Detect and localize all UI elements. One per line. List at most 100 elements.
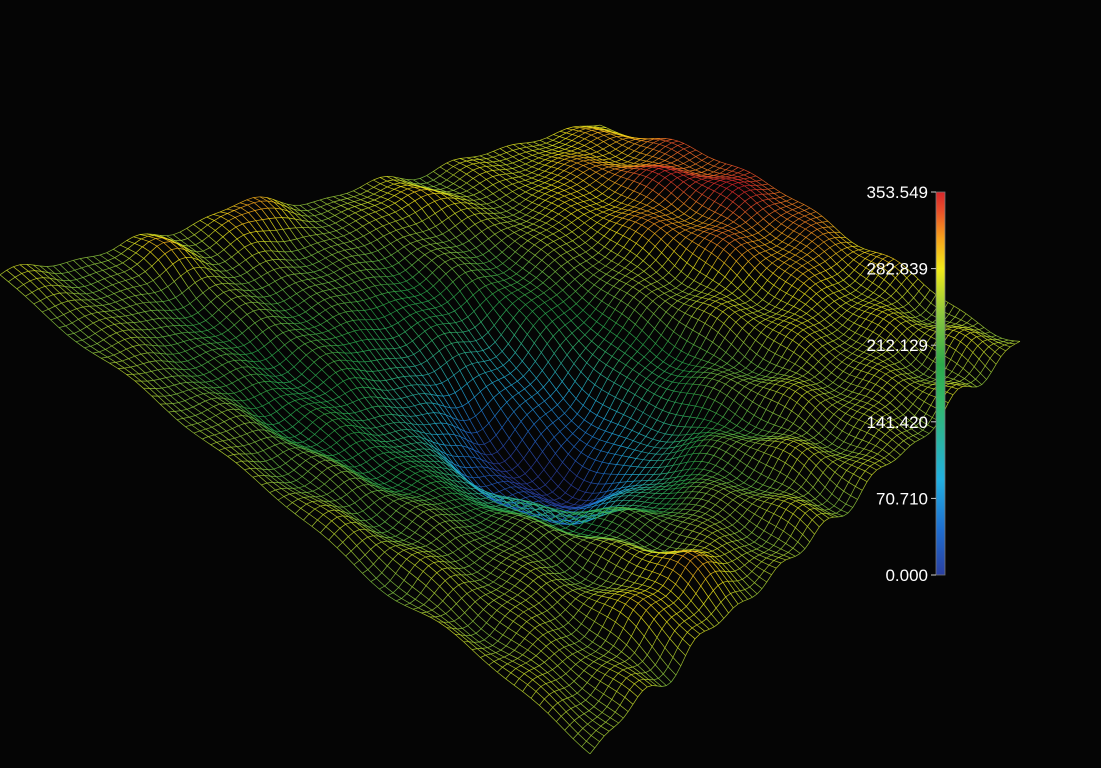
surface-mesh-segment (627, 180, 634, 189)
surface-mesh-segment (384, 369, 393, 380)
surface-mesh-segment (330, 246, 339, 253)
surface-mesh-segment (466, 194, 474, 197)
surface-mesh-segment (346, 320, 354, 323)
surface-mesh-segment (486, 176, 493, 180)
surface-mesh-segment (492, 293, 500, 303)
surface-mesh-segment (88, 333, 96, 338)
surface-mesh-segment (528, 254, 536, 262)
surface-mesh-segment (627, 204, 635, 208)
surface-mesh-segment (335, 337, 344, 346)
surface-mesh-segment (538, 193, 546, 199)
surface-mesh-segment (208, 434, 215, 437)
surface-mesh-segment (150, 245, 158, 253)
surface-mesh-segment (559, 128, 567, 132)
surface-mesh-segment (538, 170, 545, 176)
surface-mesh-segment (590, 141, 598, 146)
surface-mesh-segment (79, 258, 89, 267)
surface-mesh-segment (288, 330, 298, 338)
surface-mesh-segment (236, 366, 243, 370)
surface-mesh-segment (336, 235, 344, 239)
surface-mesh-segment (577, 138, 585, 144)
surface-mesh-segment (331, 306, 340, 315)
surface-mesh-segment (563, 184, 571, 189)
surface-mesh-segment (505, 177, 513, 180)
surface-mesh-segment (665, 214, 673, 220)
surface-mesh-segment (444, 333, 452, 344)
surface-mesh-segment (406, 277, 413, 282)
surface-mesh-segment (499, 154, 507, 160)
surface-mesh-segment (575, 285, 582, 292)
surface-mesh-segment (551, 174, 558, 180)
surface-mesh-segment (533, 141, 540, 146)
surface-mesh-segment (319, 199, 328, 205)
surface-mesh-segment (366, 183, 374, 188)
surface-mesh-segment (496, 274, 505, 281)
surface-mesh-segment (421, 204, 429, 209)
surface-mesh-segment (353, 272, 362, 281)
surface-mesh-segment (591, 134, 598, 139)
surface-mesh-segment (531, 180, 539, 184)
surface-mesh-segment (128, 295, 136, 298)
surface-mesh-segment (254, 208, 262, 211)
surface-mesh-segment (652, 158, 659, 163)
surface-mesh-segment (435, 221, 443, 227)
surface-mesh-segment (406, 340, 413, 346)
surface-mesh-segment (544, 164, 552, 168)
surface-mesh-segment (268, 402, 277, 412)
surface-mesh-segment (701, 184, 709, 189)
surface-mesh-segment (664, 160, 672, 164)
surface-mesh-segment (296, 335, 304, 338)
surface-mesh-segment (278, 419, 285, 424)
surface-mesh-segment (254, 396, 263, 407)
surface-mesh-segment (564, 150, 572, 154)
surface-mesh-segment (381, 202, 389, 207)
surface-mesh-segment (317, 303, 326, 311)
surface-mesh-segment (583, 180, 590, 186)
surface-mesh-segment (276, 336, 285, 346)
surface-mesh-segment (576, 172, 584, 177)
surface-mesh-segment (254, 322, 263, 333)
surface-mesh-segment (634, 208, 641, 212)
surface-mesh-segment (564, 324, 573, 334)
surface-mesh-segment (610, 232, 617, 241)
surface-mesh-segment (505, 296, 513, 304)
surface-mesh-segment (233, 453, 240, 455)
surface-mesh-segment (304, 343, 313, 351)
surface-mesh-segment (228, 359, 235, 363)
surface-mesh-segment (118, 315, 126, 318)
surface-mesh-segment (261, 316, 268, 320)
surface-mesh-segment (566, 249, 574, 253)
surface-mesh-segment (628, 147, 635, 152)
surface-mesh-segment (547, 361, 556, 373)
surface-mesh-segment (518, 171, 526, 176)
surface-mesh-segment (175, 297, 184, 308)
surface-mesh-segment (321, 283, 330, 290)
surface-mesh-segment (441, 382, 450, 396)
surface-mesh-segment (658, 150, 666, 155)
surface-mesh-segment (563, 177, 571, 182)
surface-mesh-segment (383, 232, 391, 237)
surface-mesh-segment (719, 172, 726, 175)
surface-mesh-segment (348, 215, 356, 222)
surface-mesh-segment (368, 287, 377, 297)
surface-mesh-segment (381, 348, 390, 359)
surface-mesh-segment (272, 388, 281, 397)
surface-mesh-segment (390, 367, 397, 369)
surface-mesh-segment (367, 276, 374, 279)
surface-mesh-segment (597, 134, 605, 139)
surface-mesh-segment (525, 185, 533, 189)
surface-mesh-segment (482, 250, 490, 255)
surface-mesh-segment (309, 235, 318, 244)
surface-mesh-segment (295, 329, 304, 336)
surface-mesh-segment (499, 173, 506, 176)
surface-mesh-segment (743, 172, 751, 176)
surface-mesh-segment (287, 366, 295, 373)
surface-mesh-segment (519, 310, 527, 319)
surface-mesh-segment (664, 187, 672, 194)
surface-mesh-segment (430, 243, 437, 245)
surface-mesh-segment (557, 190, 565, 194)
surface-mesh-segment (577, 227, 586, 233)
surface-mesh-segment (178, 350, 186, 354)
surface-mesh-segment (453, 190, 461, 194)
surface-mesh-segment (602, 204, 610, 208)
